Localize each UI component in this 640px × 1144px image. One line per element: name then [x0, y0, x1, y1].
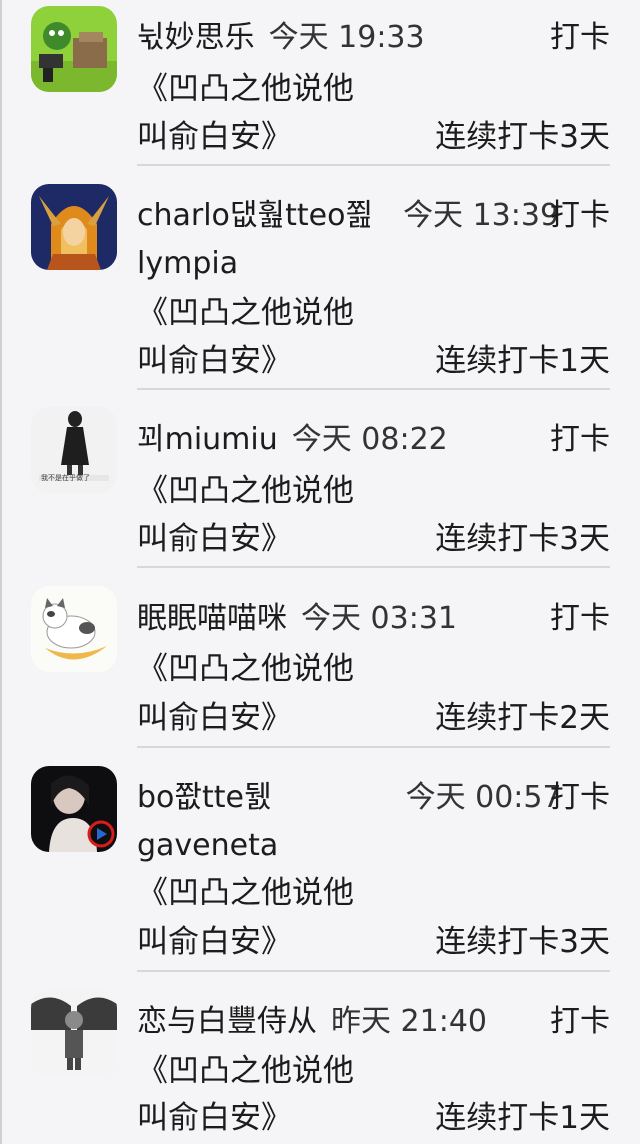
timestamp: 今天 19:33 [268, 20, 425, 55]
book-title-line2[interactable]: 叫俞白安》 [137, 697, 292, 739]
checkin-label: 打卡 [550, 601, 610, 636]
user-name[interactable]: 뉛妙思乐 [137, 20, 255, 55]
avatar-green-cartoon-icon[interactable] [31, 6, 117, 92]
divider [137, 566, 610, 568]
divider [137, 746, 610, 748]
book-title-line2[interactable]: 叫俞白安》 [137, 1097, 292, 1139]
checkin-label: 打卡 [550, 780, 610, 815]
avatar-grey-figure-icon[interactable] [31, 990, 117, 1076]
checkin-list: 뉛妙思乐 今天 19:33 打卡 《凹凸之他说他 叫俞白安》 连续打卡3天 cha… [0, 0, 640, 1144]
user-name-continued[interactable]: lympia [137, 244, 238, 284]
streak-count: 连续打卡3天 [435, 924, 610, 960]
streak-count: 连续打卡1天 [435, 343, 610, 379]
divider [137, 164, 610, 166]
divider [137, 388, 610, 390]
streak-count: 连续打卡2天 [435, 700, 610, 736]
avatar-figure-sketch-icon[interactable]: 我不是在乎做了 [31, 407, 117, 493]
avatar-dark-portrait-video-icon[interactable] [31, 766, 117, 852]
avatar-cat-on-moon-icon[interactable] [31, 586, 117, 672]
left-border [0, 0, 2, 1144]
user-name[interactable]: 꾀miumiu [137, 422, 278, 457]
book-title-line2[interactable]: 叫俞白安》 [137, 116, 292, 158]
user-name[interactable]: charlo댒훮tteo쬞 [137, 198, 373, 233]
timestamp: 今天 00:57 [405, 780, 562, 815]
avatar-fantasy-portrait-icon[interactable] [31, 184, 117, 270]
streak-count: 连续打卡3天 [435, 521, 610, 557]
book-title-line1[interactable]: 《凹凸之他说他 [137, 68, 354, 110]
checkin-label: 打卡 [550, 1004, 610, 1039]
checkin-label: 打卡 [550, 20, 610, 55]
streak-count: 连续打卡1天 [435, 1100, 610, 1136]
user-name[interactable]: 恋与白豐侍从 [137, 1004, 317, 1039]
streak-count: 连续打卡3天 [435, 119, 610, 155]
user-name[interactable]: 眠眠喵喵咪 [137, 601, 287, 636]
timestamp: 今天 03:31 [301, 601, 457, 636]
book-title-line1[interactable]: 《凹凸之他说他 [137, 872, 354, 914]
book-title-line1[interactable]: 《凹凸之他说他 [137, 1050, 354, 1092]
user-name-continued[interactable]: gaveneta [137, 826, 278, 866]
book-title-line2[interactable]: 叫俞白安》 [137, 340, 292, 382]
book-title-line1[interactable]: 《凹凸之他说他 [137, 648, 354, 690]
book-title-line1[interactable]: 《凹凸之他说他 [137, 292, 354, 334]
timestamp: 今天 13:39 [403, 198, 560, 233]
book-title-line2[interactable]: 叫俞白安》 [137, 921, 292, 963]
timestamp: 今天 08:22 [291, 422, 448, 457]
user-name[interactable]: bo쫪tte뒔 [137, 780, 272, 815]
checkin-label: 打卡 [550, 198, 610, 233]
book-title-line1[interactable]: 《凹凸之他说他 [137, 470, 354, 512]
checkin-label: 打卡 [550, 422, 610, 457]
svg-text:我不是在乎做了: 我不是在乎做了 [41, 473, 90, 482]
timestamp: 昨天 21:40 [331, 1004, 487, 1039]
book-title-line2[interactable]: 叫俞白安》 [137, 518, 292, 560]
divider [137, 970, 610, 972]
